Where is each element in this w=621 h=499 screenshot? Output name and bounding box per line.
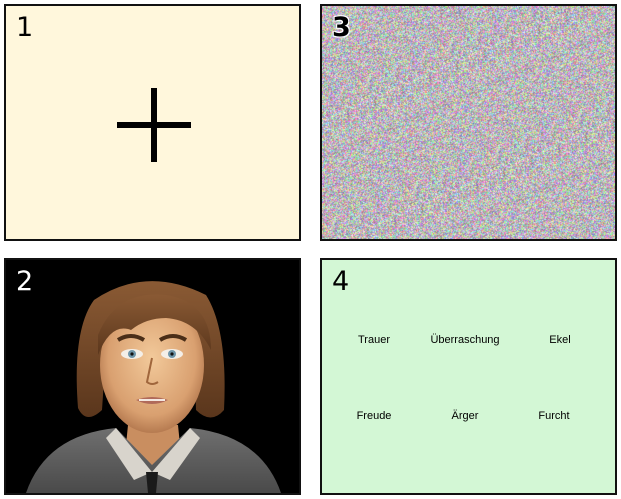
panel-number-2: 2	[16, 266, 34, 297]
fixation-cross-vertical	[151, 88, 157, 162]
emotion-option-aerger[interactable]: Ärger	[452, 410, 479, 422]
panel-number-4: 4	[332, 266, 350, 297]
panel-emotion-choices: 4 Trauer Überraschung Ekel Freude Ärger …	[320, 258, 617, 495]
panel-face-stimulus: 2	[4, 258, 301, 495]
emotion-option-trauer[interactable]: Trauer	[358, 334, 390, 346]
emotion-option-ueberraschung[interactable]: Überraschung	[430, 334, 499, 346]
emotion-option-freude[interactable]: Freude	[357, 410, 392, 422]
emotion-option-ekel[interactable]: Ekel	[549, 334, 570, 346]
avatar-face-image	[26, 281, 281, 493]
emotion-option-furcht[interactable]: Furcht	[538, 410, 569, 422]
panel-fixation: 1	[4, 4, 301, 241]
panel-noise-mask: 3	[320, 4, 617, 241]
noise-image	[322, 6, 615, 239]
panel-number-1: 1	[16, 12, 34, 43]
panel-number-3: 3	[332, 12, 351, 43]
